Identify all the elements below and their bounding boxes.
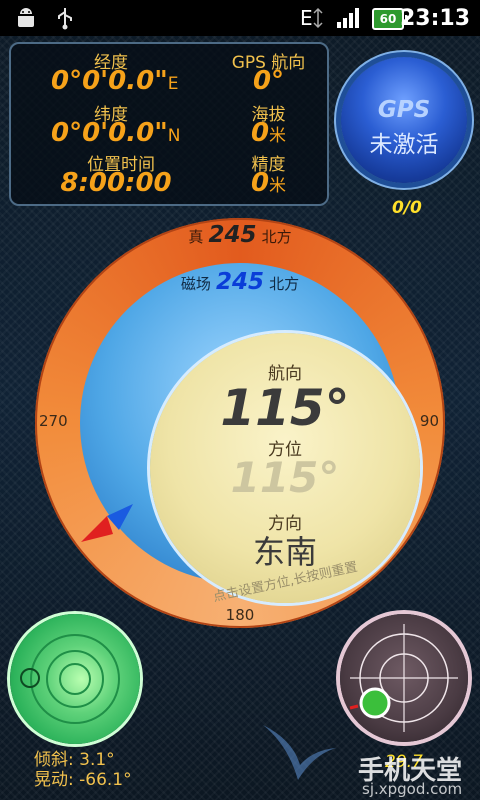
accuracy-value: 0	[250, 168, 270, 198]
info-panel: 经度 0°0'0.0"E GPS 航向 0° 纬度 0°0'0.0"N 海拔 0…	[9, 42, 329, 206]
true-north-needle-icon	[81, 516, 113, 542]
signal-icon	[336, 0, 362, 36]
altitude-unit: 米	[269, 126, 287, 146]
gps-activate-button[interactable]: GPS 未激活	[341, 57, 467, 183]
tick-label-east: 90	[419, 412, 439, 430]
latitude-dir: N	[167, 126, 181, 146]
needle-markers	[81, 504, 133, 542]
level-bubble-icon	[20, 668, 40, 688]
gps-button-title: GPS	[377, 97, 431, 123]
tick-label-west: 270	[39, 412, 68, 430]
magnetic-north-needle-icon	[107, 504, 133, 530]
level-readout: 倾斜: 3.1° 晃动: -66.1°	[34, 750, 132, 790]
altitude-value: 0	[250, 118, 270, 148]
magnetic-north-value: 245	[215, 269, 264, 295]
tilt-value: 3.1°	[79, 750, 115, 770]
watermark-url: sj.xpgod.com	[362, 780, 463, 798]
longitude-value: 0°0'0.0"	[51, 66, 168, 96]
battery-level: 60	[379, 12, 397, 26]
compass-dial[interactable]: 真 245 北方 270 90 180 磁场 245 北方 航向 115° 方位…	[35, 218, 445, 628]
true-suffix: 北方	[261, 228, 292, 246]
radar-gauge[interactable]	[340, 614, 468, 742]
radar-rings-icon	[349, 624, 458, 732]
heading-value: 115°	[220, 379, 350, 437]
true-north-value: 245	[208, 222, 257, 248]
tilt-label: 倾斜:	[34, 750, 74, 770]
android-debug-icon	[14, 0, 38, 36]
status-bar: E 60 23:13	[0, 0, 480, 36]
usb-icon	[54, 0, 76, 36]
true-north-readout: 真 245 北方	[35, 222, 445, 248]
position-time-value: 8:00:00	[60, 168, 172, 198]
gps-button-status: 未激活	[369, 132, 439, 158]
mag-prefix: 磁场	[180, 275, 211, 293]
longitude-dir: E	[167, 74, 179, 94]
accuracy-unit: 米	[269, 176, 287, 196]
mag-suffix: 北方	[269, 275, 300, 293]
shake-value: -66.1°	[79, 770, 132, 790]
watermark-logo-icon	[258, 720, 338, 790]
clock: 23:13	[399, 5, 470, 31]
radar-blip-icon	[359, 687, 391, 719]
shake-label: 晃动:	[34, 770, 74, 790]
gps-heading-value: 0°	[252, 66, 285, 96]
compass-face[interactable]: 航向 115° 方位 115° 方向 东南 点击设置方位,长按则重置	[150, 333, 420, 605]
level-rings-icon	[20, 634, 120, 724]
satellite-count: 0/0	[392, 198, 422, 218]
network-type-label: E	[300, 6, 313, 30]
latitude-value: 0°0'0.0"	[51, 118, 168, 148]
bubble-level[interactable]	[10, 614, 140, 744]
network-type-icon: E	[300, 0, 323, 36]
bearing-value: 115°	[230, 453, 340, 502]
magnetic-north-readout: 磁场 245 北方	[80, 269, 400, 295]
true-prefix: 真	[188, 228, 204, 246]
